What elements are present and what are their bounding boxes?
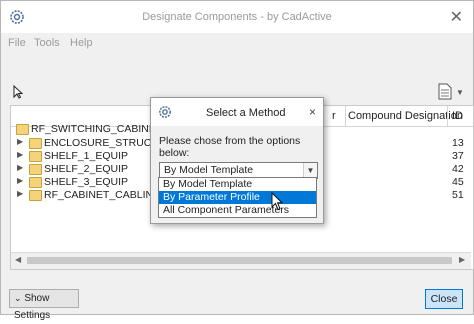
- expand-arrow-icon[interactable]: ▶: [17, 137, 23, 146]
- horizontal-scrollbar[interactable]: ◀ ▶: [11, 252, 471, 269]
- dialog-close-button[interactable]: ×: [309, 105, 316, 119]
- tree-row-label: SHELF_2_EQUIP: [44, 163, 129, 175]
- row-id: 13: [452, 137, 464, 149]
- column-header-compound-designation[interactable]: Compound Designation: [348, 110, 463, 122]
- column-header-partial[interactable]: r: [332, 110, 336, 122]
- select-cursor-icon[interactable]: [13, 85, 23, 99]
- chevron-down-icon[interactable]: ▼: [456, 88, 464, 97]
- folder-icon: [29, 151, 42, 162]
- dialog-title: Select a Method: [206, 107, 286, 119]
- expand-arrow-icon[interactable]: ▶: [17, 163, 23, 172]
- option-by-parameter-profile[interactable]: By Parameter Profile: [159, 191, 316, 204]
- gear-icon: [159, 106, 171, 118]
- mouse-pointer-icon: [271, 192, 284, 211]
- expand-arrow-icon[interactable]: ▶: [17, 150, 23, 159]
- chevron-down-icon[interactable]: ▼: [303, 163, 317, 178]
- folder-icon: [29, 177, 42, 188]
- menu-file[interactable]: File: [8, 37, 26, 49]
- tree-row-label: RF_SWITCHING_CABINET: [31, 123, 163, 135]
- show-settings-button[interactable]: ⌄ Show Settings: [9, 289, 79, 321]
- close-button[interactable]: Close: [425, 289, 463, 309]
- window-title: Designate Components - by CadActive: [142, 11, 332, 23]
- menu-bar: File Tools Help: [1, 33, 473, 53]
- folder-icon: [16, 124, 29, 135]
- menu-tools[interactable]: Tools: [34, 37, 60, 49]
- tree-row-label: SHELF_1_EQUIP: [44, 150, 129, 162]
- folder-icon: [29, 190, 42, 201]
- row-id: 37: [452, 150, 464, 162]
- option-by-model-template[interactable]: By Model Template: [159, 178, 316, 191]
- row-id: 45: [452, 176, 464, 188]
- window-close-button[interactable]: ✕: [450, 7, 463, 27]
- scroll-left-icon[interactable]: ◀: [15, 255, 21, 264]
- folder-icon: [29, 138, 42, 149]
- document-icon[interactable]: [438, 83, 452, 100]
- row-id: 42: [452, 163, 464, 175]
- folder-icon: [29, 164, 42, 175]
- dialog-prompt: Please chose from the options below:: [159, 135, 301, 159]
- row-id: 51: [452, 189, 464, 201]
- column-header-id[interactable]: ID: [452, 110, 463, 122]
- method-dropdown-list: By Model Template By Parameter Profile A…: [158, 177, 317, 218]
- dialog-title-bar: Select a Method ×: [151, 98, 323, 126]
- chevron-down-icon: ⌄: [14, 293, 22, 303]
- tree-row-label: SHELF_3_EQUIP: [44, 176, 129, 188]
- scrollbar-thumb[interactable]: [27, 257, 452, 264]
- title-bar: Designate Components - by CadActive ✕: [1, 1, 473, 33]
- option-all-component-parameters[interactable]: All Component Parameters: [159, 204, 316, 217]
- expand-arrow-icon[interactable]: ▶: [17, 176, 23, 185]
- method-select-value: By Model Template: [164, 164, 254, 176]
- scroll-right-icon[interactable]: ▶: [459, 255, 465, 264]
- footer-bar: ⌄ Show Settings Close: [1, 283, 473, 321]
- menu-help[interactable]: Help: [70, 37, 93, 49]
- expand-arrow-icon[interactable]: ▶: [17, 189, 23, 198]
